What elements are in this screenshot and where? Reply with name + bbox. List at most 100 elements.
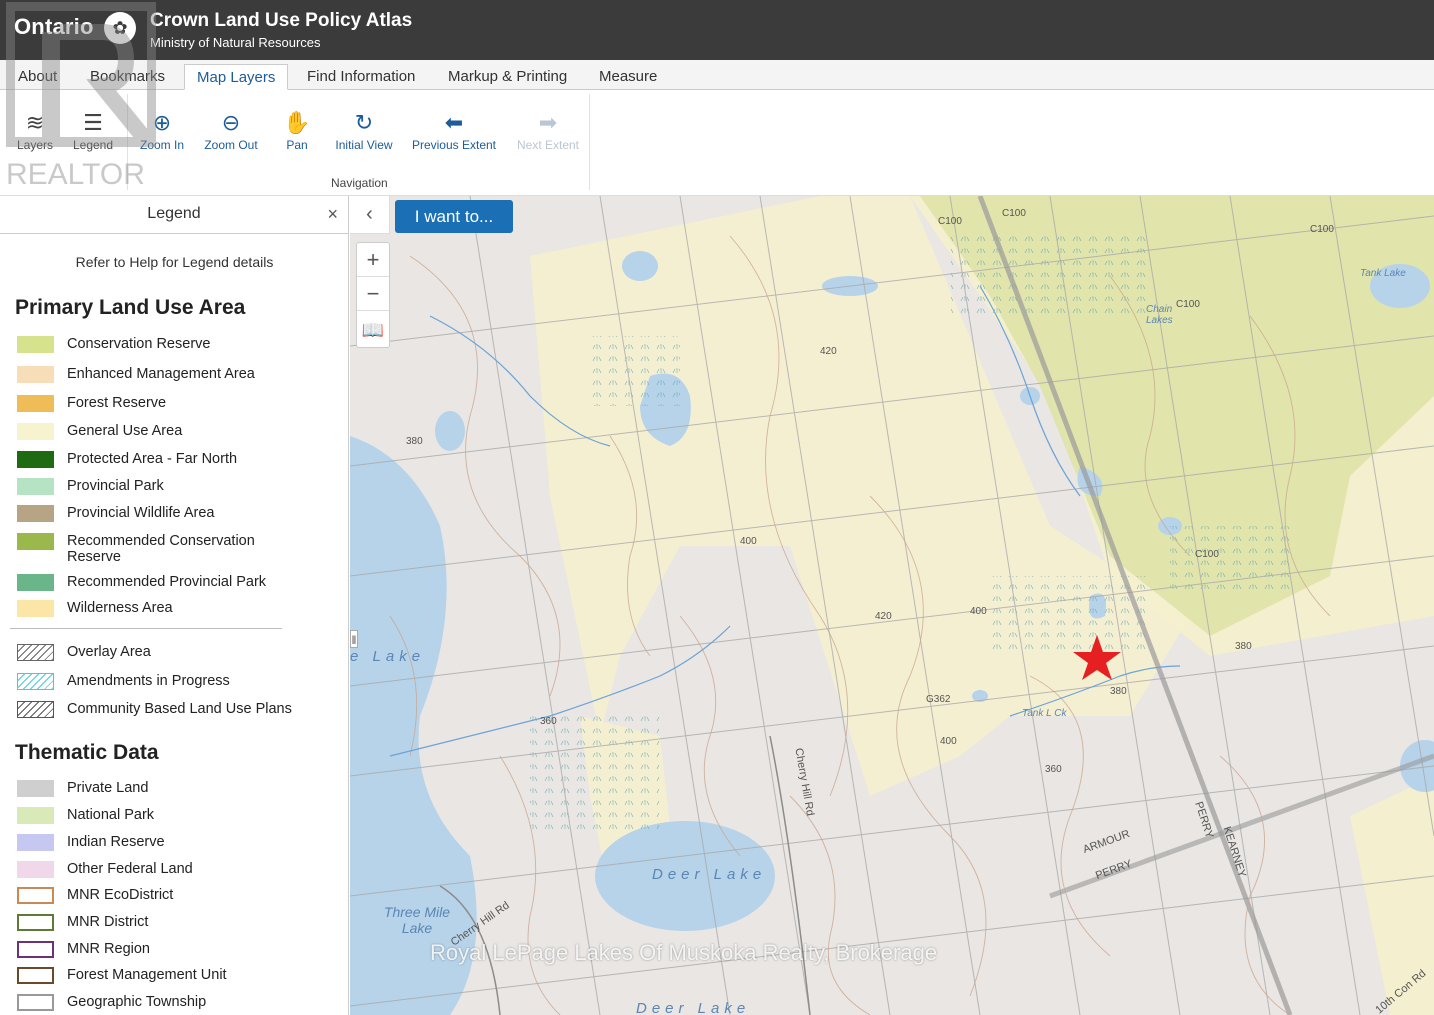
legend-swatch bbox=[17, 395, 54, 412]
legend-item-label: General Use Area bbox=[67, 423, 183, 439]
i-want-to-button[interactable]: I want to... bbox=[395, 200, 513, 233]
tab-measure[interactable]: Measure bbox=[587, 64, 669, 90]
list-icon: ☰ bbox=[83, 110, 103, 135]
legend-item-label: Amendments in Progress bbox=[67, 673, 230, 689]
tab-map-layers[interactable]: Map Layers bbox=[184, 64, 289, 90]
next-extent-button[interactable]: ➡ Next Extent bbox=[508, 108, 588, 152]
app-subtitle: Ministry of Natural Resources bbox=[150, 35, 321, 50]
map-view[interactable]: C100 C100 C100 C100 C100 Tank Lake Chain… bbox=[350, 196, 1434, 1015]
contour-label: 420 bbox=[820, 346, 837, 357]
legend-item-label: Conservation Reserve bbox=[67, 336, 211, 352]
legend-header: Legend × bbox=[0, 196, 348, 234]
legend-item-label: MNR Region bbox=[67, 941, 150, 957]
map-label-three-mile-lake: Three Mile Lake bbox=[383, 904, 451, 936]
legend-item-label: Provincial Wildlife Area bbox=[67, 505, 215, 521]
legend-note: Refer to Help for Legend details bbox=[75, 254, 274, 270]
legend-item-label: Recommended Conservation Reserve bbox=[67, 533, 255, 565]
legend-swatch bbox=[17, 701, 54, 718]
legend-swatch bbox=[17, 366, 54, 383]
navigation-group-label: Navigation bbox=[331, 176, 388, 190]
zoom-in-button[interactable]: ⊕ Zoom In bbox=[127, 108, 197, 152]
map-label-deer-lake: Deer Lake bbox=[652, 866, 767, 883]
legend-label: Legend bbox=[72, 138, 114, 152]
legend-swatch bbox=[17, 600, 54, 617]
initial-view-label: Initial View bbox=[335, 138, 393, 152]
legend-swatch bbox=[17, 451, 54, 468]
previous-extent-label: Previous Extent bbox=[411, 138, 497, 152]
forward-arrow-icon: ➡ bbox=[538, 110, 558, 135]
map-label-chain-lakes: Chain Lakes bbox=[1146, 304, 1173, 326]
collapse-panel-button[interactable]: ‹ bbox=[350, 196, 390, 234]
legend-button[interactable]: ☰ Legend bbox=[58, 108, 128, 152]
contour-label: 380 bbox=[406, 436, 423, 447]
zoom-out-label: Zoom Out bbox=[204, 138, 258, 152]
ribbon-toolbar: ≋ Layers ☰ Legend ⊕ Zoom In ⊖ Zoom Out ✋… bbox=[0, 90, 1434, 196]
map-label-tank-l-ck: Tank L Ck bbox=[1022, 708, 1067, 719]
map-label-c100: C100 bbox=[938, 216, 962, 227]
legend-item-label: Protected Area - Far North bbox=[67, 451, 238, 467]
close-icon[interactable]: × bbox=[327, 196, 338, 232]
plus-icon: + bbox=[366, 247, 380, 272]
legend-swatch bbox=[17, 336, 54, 353]
panel-resize-handle[interactable]: ‖ bbox=[350, 630, 358, 648]
legend-swatch bbox=[17, 780, 54, 797]
map-zoom-in-button[interactable]: + bbox=[357, 243, 389, 277]
tab-markup-printing[interactable]: Markup & Printing bbox=[436, 64, 579, 90]
legend-item-label: Indian Reserve bbox=[67, 834, 165, 850]
tab-find-information[interactable]: Find Information bbox=[295, 64, 427, 90]
legend-item-label: Community Based Land Use Plans bbox=[67, 701, 292, 717]
primary-land-use-heading: Primary Land Use Area bbox=[15, 296, 246, 319]
previous-extent-button[interactable]: ⬅ Previous Extent bbox=[404, 108, 504, 152]
legend-title: Legend bbox=[147, 205, 201, 222]
legend-swatch bbox=[17, 644, 54, 661]
legend-swatch bbox=[17, 941, 54, 958]
zoom-in-icon: ⊕ bbox=[152, 110, 172, 135]
back-arrow-icon: ⬅ bbox=[444, 110, 464, 135]
legend-item-label: Provincial Park bbox=[67, 478, 164, 494]
map-label-c100: C100 bbox=[1195, 549, 1219, 560]
minus-icon: − bbox=[366, 281, 380, 306]
legend-swatch bbox=[17, 673, 54, 690]
hand-icon: ✋ bbox=[283, 110, 311, 135]
chevron-left-icon: ‹ bbox=[366, 203, 373, 225]
map-zoom-out-button[interactable]: − bbox=[357, 277, 389, 311]
map-label-tank-lake: Tank Lake bbox=[1360, 268, 1406, 279]
tab-about[interactable]: About bbox=[6, 64, 69, 90]
map-label-g362: G362 bbox=[926, 694, 951, 705]
legend-divider bbox=[10, 628, 282, 629]
legend-swatch bbox=[17, 505, 54, 522]
trillium-icon: ✿ bbox=[104, 12, 136, 44]
contour-label: 380 bbox=[1110, 686, 1127, 697]
contour-label: 380 bbox=[1235, 641, 1252, 652]
bookmarks-button[interactable]: 📖 bbox=[357, 313, 389, 347]
app-header: Ontario ✿ Crown Land Use Policy Atlas Mi… bbox=[0, 0, 1434, 60]
map-label-c100: C100 bbox=[1310, 224, 1334, 235]
next-extent-label: Next Extent bbox=[516, 138, 580, 152]
contour-label: 360 bbox=[1045, 764, 1062, 775]
legend-item-label: Other Federal Land bbox=[67, 861, 193, 877]
contour-label: 420 bbox=[875, 611, 892, 622]
legend-swatch bbox=[17, 994, 54, 1011]
legend-swatch bbox=[17, 423, 54, 440]
zoom-out-button[interactable]: ⊖ Zoom Out bbox=[196, 108, 266, 152]
initial-view-button[interactable]: ↻ Initial View bbox=[329, 108, 399, 152]
brokerage-watermark: Royal LePage Lakes Of Muskoka Realty, Br… bbox=[430, 940, 938, 965]
legend-item-label: National Park bbox=[67, 807, 155, 823]
contour-label: 400 bbox=[940, 736, 957, 747]
navigation-group: ⊕ Zoom In ⊖ Zoom Out ✋ Pan ↻ Initial Vie… bbox=[128, 94, 590, 190]
ribbon-tabs: About Bookmarks Map Layers Find Informat… bbox=[0, 60, 1434, 90]
tab-bookmarks[interactable]: Bookmarks bbox=[78, 64, 177, 90]
legend-item-label: MNR District bbox=[67, 914, 149, 930]
map-label-lake: e Lake bbox=[350, 648, 426, 665]
legend-swatch bbox=[17, 478, 54, 495]
map-label-deer-lake: Deer Lake bbox=[636, 1000, 751, 1015]
book-icon: 📖 bbox=[361, 320, 385, 340]
legend-item-label: Geographic Township bbox=[67, 994, 207, 1010]
zoom-out-icon: ⊖ bbox=[221, 110, 241, 135]
legend-item-label: Wilderness Area bbox=[67, 600, 173, 616]
contour-label: 360 bbox=[540, 716, 557, 727]
legend-item-label: Forest Management Unit bbox=[67, 967, 227, 983]
pan-button[interactable]: ✋ Pan bbox=[262, 108, 332, 152]
legend-item-label: Overlay Area bbox=[67, 644, 151, 660]
legend-swatch bbox=[17, 967, 54, 984]
